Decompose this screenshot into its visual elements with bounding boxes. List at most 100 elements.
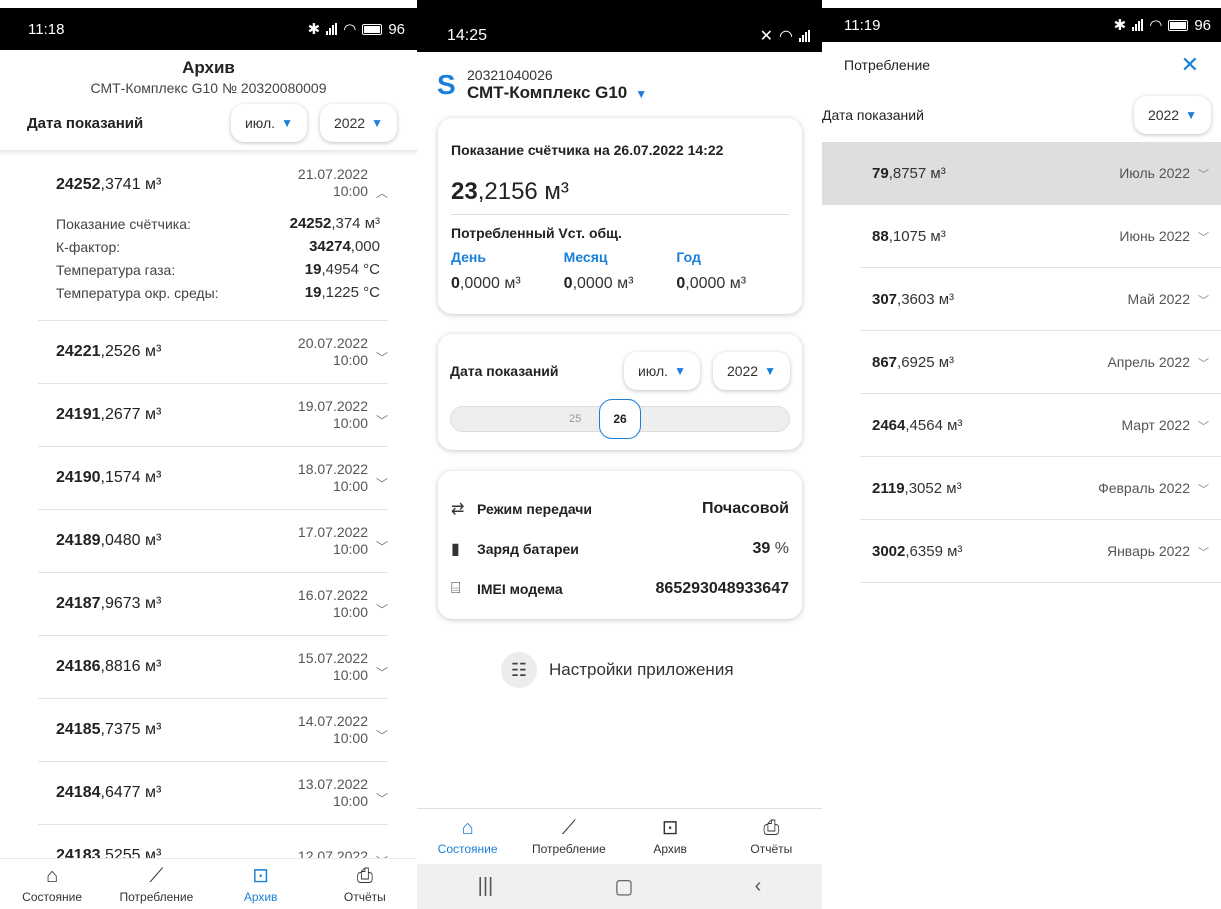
page-title: Архив — [182, 58, 235, 77]
list-item[interactable]: 88,1075 м³ Июнь 2022 ﹀ — [860, 205, 1221, 268]
list-item[interactable]: 24221,2526 м³ 20.07.2022 10:00 ﹀ — [38, 321, 388, 384]
consumed-label: Потребленный Vст. общ. — [451, 225, 622, 241]
chevron-down-icon[interactable]: ﹀ — [376, 349, 388, 366]
chevron-down-icon[interactable]: ﹀ — [1198, 232, 1209, 244]
recent-apps-icon[interactable]: ||| — [478, 875, 494, 898]
dropdown-triangle-icon: ▼ — [281, 116, 293, 130]
dropdown-triangle-icon: ▼ — [635, 86, 648, 101]
system-nav-bar: ||| ▢ ‹ — [417, 864, 822, 909]
transfer-arrows-icon: ⇄ — [451, 501, 465, 518]
consumption-value: 79,8757 м³ — [872, 165, 946, 182]
list-item[interactable]: 24185,7375 м³ 14.07.2022 10:00 ﹀ — [38, 699, 388, 762]
reading-label: Показание счётчика на 26.07.2022 14:22 — [451, 142, 724, 158]
chevron-down-icon[interactable]: ﹀ — [1198, 547, 1209, 559]
chevron-down-icon[interactable]: ﹀ — [1198, 484, 1209, 496]
consumption-screen: 11:19 ✱ ◠ 96 Потребление ✕ Дата показани… — [822, 0, 1221, 610]
battery-icon — [362, 23, 383, 35]
reading-datetime: 14.07.2022 10:00 — [297, 713, 368, 746]
reading-value: 24190,1574 м³ — [56, 469, 162, 486]
month-select[interactable]: июл. ▼ — [623, 352, 700, 390]
detail-row: Показание счётчика: 24252,374 м³ — [56, 215, 380, 232]
chart-trend-icon: ⟋ — [149, 864, 164, 887]
tab-reports[interactable]: ⎙ Отчёты — [315, 865, 415, 904]
tab-state[interactable]: ⌂ Состояние — [2, 865, 102, 904]
battery-percent: 96 — [388, 20, 405, 38]
brand-logo-icon: S — [437, 68, 456, 100]
battery-percent: 96 — [1194, 16, 1211, 34]
year-select[interactable]: 2022 ▼ — [319, 104, 397, 142]
device-name: СМТ-Комплекс G10 ▼ — [467, 82, 648, 102]
month-label: Июль 2022 ﹀ — [1119, 165, 1209, 181]
day-option[interactable]: 25 — [569, 413, 581, 425]
reading-value: 24187,9673 м³ — [56, 595, 162, 612]
close-icon[interactable]: ✕ — [1181, 52, 1199, 78]
chevron-down-icon[interactable]: ﹀ — [376, 601, 388, 618]
status-time: 11:18 — [28, 20, 65, 38]
month-select[interactable]: июл. ▼ — [230, 104, 307, 142]
chevron-down-icon[interactable]: ﹀ — [1198, 169, 1209, 181]
dropdown-triangle-icon: ▼ — [371, 116, 383, 130]
filter-label: Дата показаний — [822, 107, 924, 123]
chevron-down-icon[interactable]: ﹀ — [376, 475, 388, 492]
sliders-icon: ☷ — [501, 652, 537, 688]
list-item[interactable]: 307,3603 м³ Май 2022 ﹀ — [860, 268, 1221, 331]
list-item[interactable]: 24186,8816 м³ 15.07.2022 10:00 ﹀ — [38, 636, 388, 699]
chevron-down-icon[interactable]: ﹀ — [376, 727, 388, 744]
list-item[interactable]: 3002,6359 м³ Январь 2022 ﹀ — [860, 520, 1221, 583]
back-chevron-icon[interactable]: ‹ — [755, 875, 762, 898]
consumption-value: 88,1075 м³ — [872, 227, 946, 245]
archive-box-icon: ⊡ — [661, 817, 679, 839]
home-icon: ⌂ — [46, 864, 59, 887]
header: Архив СМТ-Комплекс G10 № 20320080009 — [0, 50, 417, 96]
list-item[interactable]: 2464,4564 м³ Март 2022 ﹀ — [860, 394, 1221, 457]
day-slider[interactable]: 25 26 — [450, 399, 790, 439]
device-header[interactable]: S 20321040026 СМТ-Комплекс G10 ▼ — [417, 52, 822, 107]
consumption-value: 2119,3052 м³ — [872, 479, 962, 497]
reading-value: 24221,2526 м³ — [56, 343, 162, 360]
list-item[interactable]: 24189,0480 м³ 17.07.2022 10:00 ﹀ — [38, 510, 388, 573]
year-select[interactable]: 2022 ▼ — [712, 352, 790, 390]
month-label: Май 2022 ﹀ — [1127, 290, 1209, 307]
list-item[interactable]: 24187,9673 м³ 16.07.2022 10:00 ﹀ — [38, 573, 388, 636]
month-label: Март 2022 ﹀ — [1121, 416, 1209, 433]
list-item[interactable]: 24191,2677 м³ 19.07.2022 10:00 ﹀ — [38, 384, 388, 447]
month-label: Апрель 2022 ﹀ — [1107, 353, 1209, 370]
chevron-down-icon[interactable]: ﹀ — [376, 790, 388, 807]
wifi-icon: ◠ — [779, 28, 793, 45]
chevron-down-icon[interactable]: ﹀ — [1198, 295, 1209, 307]
chevron-up-icon[interactable]: ︿ — [376, 184, 388, 201]
reading-datetime: 20.07.2022 10:00 — [297, 335, 368, 368]
mute-icon: ✕ — [759, 28, 774, 45]
tab-reports[interactable]: ⎙ Отчёты — [721, 817, 821, 856]
chevron-down-icon[interactable]: ﹀ — [376, 538, 388, 555]
header: Потребление ✕ — [822, 42, 1221, 88]
tab-archive[interactable]: ⊡ Архив — [211, 865, 311, 904]
tab-consumption[interactable]: ⟋ Потребление — [519, 817, 619, 856]
status-time: 14:25 — [447, 27, 488, 44]
day-selected[interactable]: 26 — [599, 399, 641, 439]
list-item[interactable]: 2119,3052 м³ Февраль 2022 ﹀ — [860, 457, 1221, 520]
date-filter: Дата показаний июл. ▼ 2022 ▼ — [0, 96, 417, 150]
list-item[interactable]: 24184,6477 м³ 13.07.2022 10:00 ﹀ — [38, 762, 388, 825]
app-settings-button[interactable]: ☷ Настройки приложения — [501, 652, 734, 688]
chevron-down-icon[interactable]: ﹀ — [376, 664, 388, 681]
list-item[interactable]: 867,6925 м³ Апрель 2022 ﹀ — [860, 331, 1221, 394]
date-card: Дата показаний июл. ▼ 2022 ▼ 25 26 — [438, 334, 802, 450]
reading-value: 24184,6477 м³ — [56, 784, 162, 801]
reading-value: 24191,2677 м³ — [56, 406, 162, 423]
dropdown-triangle-icon: ▼ — [1185, 108, 1197, 122]
tab-archive[interactable]: ⊡ Архив — [620, 817, 720, 856]
archive-screen: 11:18 ✱ ◠ 96 Архив СМТ-Комплекс G10 № 20… — [0, 0, 417, 909]
home-circle-icon[interactable]: ▢ — [614, 874, 633, 899]
period-year: Год 0,0000 м³ — [676, 249, 747, 292]
list-item[interactable]: 24190,1574 м³ 18.07.2022 10:00 ﹀ — [38, 447, 388, 510]
year-select[interactable]: 2022 ▼ — [1133, 96, 1211, 134]
device-subtitle: СМТ-Комплекс G10 № 20320080009 — [90, 80, 327, 96]
tab-state[interactable]: ⌂ Состояние — [418, 817, 518, 856]
list-item-expanded[interactable]: 24252,3741 м³ 21.07.2022 10:00 ︿ Показани… — [38, 156, 388, 321]
tab-consumption[interactable]: ⟋ Потребление — [106, 865, 206, 904]
chevron-down-icon[interactable]: ﹀ — [1198, 421, 1209, 433]
list-item[interactable]: 79,8757 м³ Июль 2022 ﹀ — [822, 142, 1221, 205]
chevron-down-icon[interactable]: ﹀ — [376, 412, 388, 429]
chevron-down-icon[interactable]: ﹀ — [1198, 358, 1209, 370]
